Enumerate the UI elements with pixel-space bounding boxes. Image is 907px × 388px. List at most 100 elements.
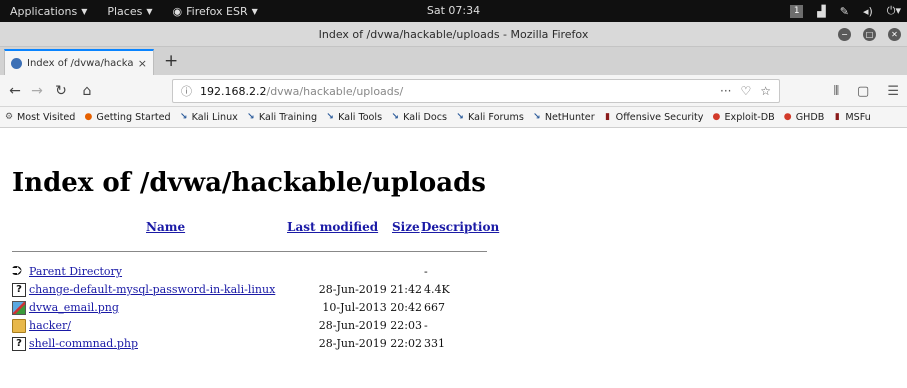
globe-icon [11,57,22,69]
back-button[interactable]: ← [4,75,26,107]
page-heading: Index of /dvwa/hackable/uploads [12,168,486,198]
hamburger-menu-icon[interactable]: ☰ [887,84,899,99]
url-path: /dvwa/hackable/uploads/ [266,84,404,98]
bookmark-getting-started[interactable]: ● Getting Started [83,112,170,123]
row-size: 331 [424,337,445,350]
unknown-file-icon: ? [12,283,26,297]
row-size: - [424,319,428,332]
close-tab-icon[interactable]: × [138,57,147,70]
offsec-icon: ▮ [605,112,611,122]
table-row: ? change-default-mysql-password-in-kali-… [12,282,492,300]
file-link[interactable]: shell-commnad.php [29,337,138,350]
row-modified: 28-Jun-2019 22:02 [318,337,422,350]
url-bar-actions: ··· ♡ ☆ [720,80,771,102]
kali-icon: ↘ [326,112,334,122]
sidebar-icon[interactable]: ▢ [857,84,869,99]
window-controls: − □ ✕ [838,28,901,41]
bookmark-label: Exploit-DB [724,111,775,123]
column-header-name: Name [146,220,185,234]
places-menu-label: Places [107,4,143,18]
new-tab-button[interactable]: + [164,51,178,71]
bookmark-nethunter[interactable]: ↘ NetHunter [532,112,595,123]
tab-active[interactable]: Index of /dvwa/hackable/ × [4,49,154,75]
bookmark-label: Getting Started [96,111,171,123]
forward-button[interactable]: → [26,75,48,107]
applications-menu-label: Applications [10,4,78,18]
tab-strip: Index of /dvwa/hackable/ × + [0,47,907,75]
pocket-icon[interactable]: ♡ [740,84,751,98]
home-button[interactable]: ⌂ [76,75,98,107]
pen-icon[interactable]: ✎ [840,5,849,18]
bookmark-kali-forums[interactable]: ↘ Kali Forums [455,112,524,123]
minimize-button[interactable]: − [838,28,851,41]
sort-by-name-link[interactable]: Name [146,220,185,234]
close-window-button[interactable]: ✕ [888,28,901,41]
sort-by-modified-link[interactable]: Last modified [287,220,378,234]
site-info-icon[interactable]: ⓘ [181,83,192,99]
bookmark-label: Kali Docs [403,111,448,123]
bookmarks-toolbar: ⚙ Most Visited ● Getting Started ↘ Kali Lin… [0,107,907,128]
column-header-size: Size [392,220,420,234]
file-link[interactable]: change-default-mysql-password-in-kali-li… [29,283,275,296]
firefox-icon: ● [84,112,93,122]
parent-directory-link[interactable]: Parent Directory [29,265,122,278]
library-icon[interactable]: ⫴ [834,84,839,99]
url-bar[interactable]: ⓘ 192.168.2.2/dvwa/hackable/uploads/ ···… [172,79,780,103]
kali-icon: ↘ [179,112,188,122]
places-menu[interactable]: Places ▼ [97,5,162,18]
table-row: ? shell-commnad.php 28-Jun-2019 22:02 33… [12,336,492,354]
kali-icon: ↘ [533,112,541,122]
bookmark-label: MSFu [845,111,871,123]
offsec-icon: ▮ [834,112,840,122]
table-row: hacker/ 28-Jun-2019 22:03 - [12,318,492,336]
bookmark-most-visited[interactable]: ⚙ Most Visited [4,112,75,123]
navigation-toolbar: ← → ↻ ⌂ ⓘ 192.168.2.2/dvwa/hackable/uplo… [0,75,907,107]
applications-menu[interactable]: Applications ▼ [0,5,97,18]
firefox-icon: ◉ [172,4,183,18]
app-menu-firefox[interactable]: ◉ Firefox ESR ▼ [163,5,268,18]
url-host: 192.168.2.2 [200,84,267,98]
bookmark-msfu[interactable]: ▮ MSFu [832,111,871,123]
row-size: 4.4K [424,283,450,296]
row-modified: 28-Jun-2019 21:42 [318,283,422,296]
row-size: - [424,265,428,278]
bookmark-kali-docs[interactable]: ↘ Kali Docs [390,112,447,123]
row-size: 667 [424,301,445,314]
toolbar-right: ⫴ ▢ ☰ [834,75,899,107]
bookmark-exploit-db[interactable]: ● Exploit-DB [711,111,775,123]
bookmark-kali-linux[interactable]: ↘ Kali Linux [179,112,238,123]
caret-down-icon: ▼ [81,6,88,16]
table-row: ⮊ Parent Directory - [12,264,492,282]
ghdb-icon: ● [783,112,792,122]
sort-by-description-link[interactable]: Description [421,220,499,234]
workspace-indicator[interactable]: 1 [790,4,804,18]
bookmark-label: Kali Tools [338,111,383,123]
caret-down-icon: ▼ [251,6,258,16]
volume-icon[interactable]: ◂) [863,5,873,18]
bookmark-label: Offensive Security [615,111,704,123]
bookmark-label: NetHunter [544,111,595,123]
network-icon[interactable]: ▟ [817,5,825,18]
file-link[interactable]: dvwa_email.png [29,301,119,314]
system-tray: 1 ▟ ✎ ◂) ⏻▾ [790,0,901,22]
page-content: Index of /dvwa/hackable/uploads Name Las… [0,128,907,388]
unknown-file-icon: ? [12,337,26,351]
header-divider [12,251,487,252]
gear-icon: ⚙ [4,112,14,122]
bookmark-ghdb[interactable]: ● GHDB [783,112,825,123]
bookmark-label: GHDB [795,111,825,123]
bookmark-offensive-security[interactable]: ▮ Offensive Security [603,111,704,123]
bookmark-kali-tools[interactable]: ↘ Kali Tools [325,112,382,123]
url-text[interactable]: 192.168.2.2/dvwa/hackable/uploads/ [200,85,403,98]
bookmark-kali-training[interactable]: ↘ Kali Training [246,112,317,123]
folder-link[interactable]: hacker/ [29,319,71,332]
bookmark-star-icon[interactable]: ☆ [760,84,771,98]
page-actions-button[interactable]: ··· [720,84,731,98]
folder-icon [12,319,26,333]
power-icon[interactable]: ⏻▾ [887,4,901,18]
kali-icon: ↘ [247,112,255,122]
table-row: dvwa_email.png 10-Jul-2013 20:42 667 [12,300,492,318]
sort-by-size-link[interactable]: Size [392,220,420,234]
maximize-button[interactable]: □ [863,28,876,41]
reload-button[interactable]: ↻ [50,75,72,107]
